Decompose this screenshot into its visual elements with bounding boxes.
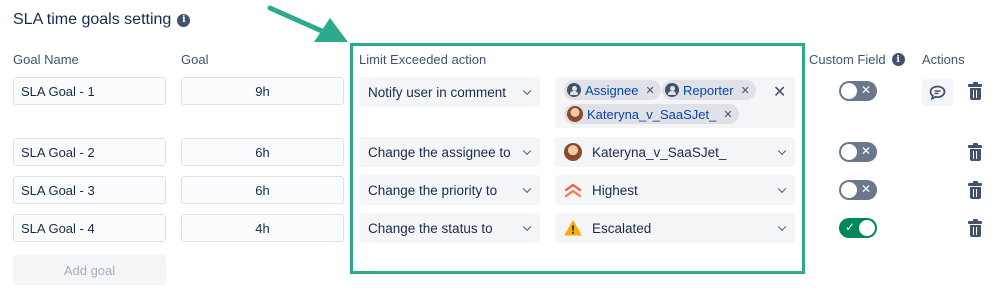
goal-time-input-4[interactable]: 4h (181, 214, 344, 242)
section-title-text: SLA time goals setting (13, 11, 172, 28)
header-goal-name: Goal Name (13, 52, 79, 67)
custom-field-toggle-3[interactable]: ✕ (839, 180, 877, 200)
comment-button[interactable] (922, 79, 953, 106)
annotation-arrow-icon (267, 5, 348, 42)
goal-name-input-2[interactable]: SLA Goal - 2 (13, 138, 166, 166)
custom-field-toggle-1[interactable]: ✕ (839, 81, 877, 101)
custom-field-toggle-2[interactable]: ✕ (839, 142, 877, 162)
delete-icon[interactable] (968, 219, 982, 238)
delete-icon[interactable] (968, 143, 982, 162)
toggle-knob (859, 220, 875, 236)
toggle-knob (841, 83, 857, 99)
header-custom-field-label: Custom Field (809, 52, 886, 67)
goal-time-input-1[interactable]: 9h (181, 77, 344, 105)
goal-time-input-2[interactable]: 6h (181, 138, 344, 166)
header-custom-field: Custom Field i (809, 52, 905, 67)
header-actions: Actions (922, 52, 965, 67)
delete-icon[interactable] (968, 181, 982, 200)
toggle-off-icon: ✕ (860, 83, 871, 97)
custom-field-toggle-4[interactable]: ✓ (839, 218, 877, 238)
info-icon[interactable]: i (177, 13, 191, 27)
toggle-knob (841, 144, 857, 160)
highlight-box (350, 43, 805, 274)
section-title: SLA time goals setting i (13, 11, 191, 29)
goal-name-input-1[interactable]: SLA Goal - 1 (13, 77, 166, 105)
toggle-off-icon: ✕ (860, 182, 871, 196)
toggle-on-icon: ✓ (845, 220, 856, 234)
toggle-knob (841, 182, 857, 198)
custom-field-info-icon[interactable]: i (891, 53, 905, 66)
header-goal: Goal (181, 52, 209, 67)
goal-time-input-3[interactable]: 6h (181, 176, 344, 204)
comment-icon (929, 85, 946, 100)
delete-icon[interactable] (968, 82, 982, 101)
goal-name-input-3[interactable]: SLA Goal - 3 (13, 176, 166, 204)
goal-name-input-4[interactable]: SLA Goal - 4 (13, 214, 166, 242)
add-goal-button[interactable]: Add goal (13, 255, 166, 285)
toggle-off-icon: ✕ (860, 144, 871, 158)
